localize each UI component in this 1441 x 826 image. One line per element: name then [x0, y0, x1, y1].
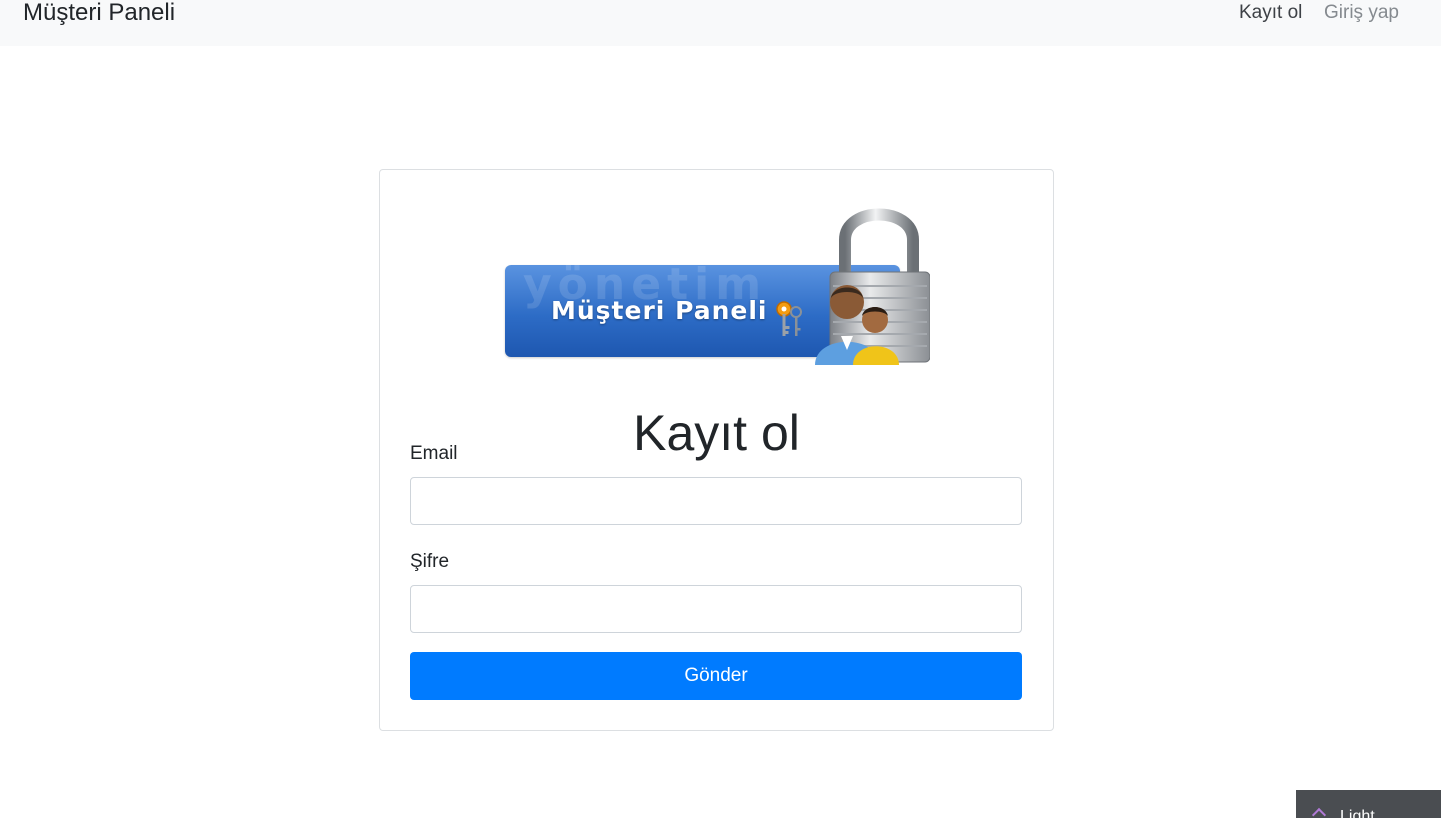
- navbar-brand[interactable]: Müşteri Paneli: [23, 0, 175, 27]
- page-title: Kayıt ol: [633, 404, 800, 461]
- users-icon: [815, 285, 899, 365]
- keys-icon: [776, 301, 802, 336]
- theme-toggle-label: Light: [1340, 808, 1375, 825]
- email-field[interactable]: [410, 477, 1022, 525]
- email-label: Email: [410, 443, 458, 464]
- theme-icon: [1311, 807, 1327, 823]
- navbar: Müşteri Paneli Kayıt ol Giriş yap: [0, 0, 1441, 46]
- nav-link-register[interactable]: Kayıt ol: [1239, 3, 1302, 23]
- nav-link-login[interactable]: Giriş yap: [1324, 3, 1399, 23]
- theme-toggle-widget[interactable]: Light: [1296, 790, 1441, 825]
- logo-text: Müşteri Paneli: [551, 296, 768, 325]
- panel-logo: yönetim Müşteri Paneli: [505, 200, 930, 365]
- register-card: yönetim Müşteri Paneli Kayıt ol Email Şi…: [379, 169, 1054, 731]
- submit-button[interactable]: Gönder: [410, 652, 1022, 700]
- password-field[interactable]: [410, 585, 1022, 633]
- password-label: Şifre: [410, 551, 450, 572]
